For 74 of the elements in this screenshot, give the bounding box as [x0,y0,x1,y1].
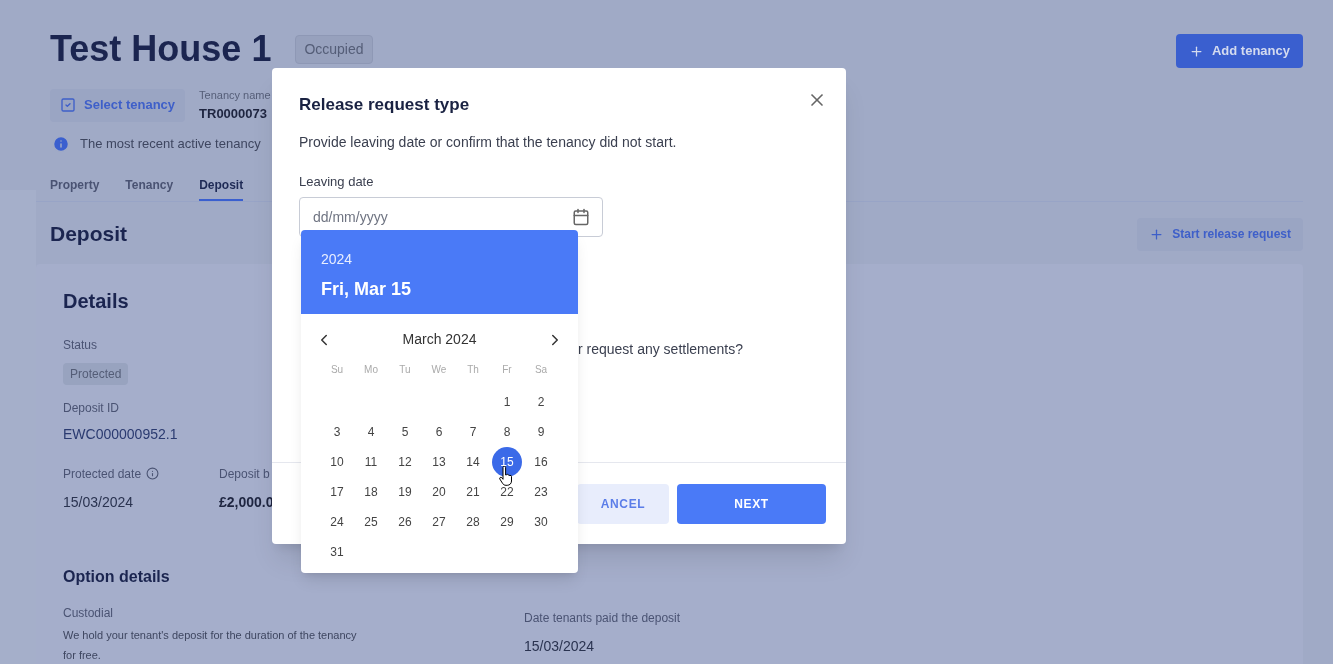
calendar-day[interactable]: 1 [492,387,522,417]
calendar-day[interactable]: 13 [424,447,454,477]
calendar-day[interactable]: 6 [424,417,454,447]
calendar-day[interactable]: 30 [526,507,556,537]
calendar-day[interactable]: 23 [526,477,556,507]
section-title: Deposit [50,221,127,248]
field-label: Status [63,336,98,354]
calendar-day[interactable]: 3 [322,417,352,447]
weekday-label: Mo [363,363,379,377]
question-text: r request any settlements? [578,340,743,359]
calendar-day[interactable]: 29 [492,507,522,537]
weekday-label: Sa [533,363,549,377]
calendar-day[interactable]: 12 [390,447,420,477]
calendar-day[interactable]: 10 [322,447,352,477]
field-value: £2,000.0 [219,492,274,512]
add-tenancy-button[interactable]: Add tenancy [1176,34,1303,68]
calendar-day[interactable]: 19 [390,477,420,507]
calendar-day[interactable]: 14 [458,447,488,477]
card-title: Details [63,288,129,314]
calendar-day[interactable]: 26 [390,507,420,537]
checkbox-icon [60,97,76,113]
hand-cursor-icon [499,466,513,486]
calendar-day[interactable]: 2 [526,387,556,417]
modal-title: Release request type [299,94,470,116]
calendar-day[interactable]: 16 [526,447,556,477]
field-label: Date tenants paid the deposit [524,609,681,627]
calendar-icon [572,208,590,226]
deposit-id: EWC000000952.1 [63,424,178,444]
weekday-label: Tu [398,363,412,377]
info-icon [52,134,70,153]
tenancy-name-value: TR0000073 [199,104,268,123]
calendar-day[interactable]: 21 [458,477,488,507]
status-badge: Occupied [295,34,373,64]
calendar-day[interactable]: 31 [322,537,352,567]
option-type: Custodial [63,604,115,622]
field-label: Protected date [63,465,142,483]
tab[interactable]: Deposit [199,175,244,201]
weekday-label: Fr [501,363,513,377]
field-value: 15/03/2024 [63,492,135,512]
calendar-day[interactable]: 20 [424,477,454,507]
calendar-day[interactable]: 17 [322,477,352,507]
calendar-day[interactable]: 24 [322,507,352,537]
calendar-day[interactable]: 18 [356,477,386,507]
field-label: Leaving date [299,172,374,191]
field-label: Deposit ID [63,399,120,417]
weekday-label: Su [329,363,345,377]
info-text: The most recent active tenancy [80,135,261,153]
calendar-day[interactable]: 25 [356,507,386,537]
calendar-day[interactable]: 11 [356,447,386,477]
calendar-day[interactable]: 7 [458,417,488,447]
calendar-day[interactable]: 28 [458,507,488,537]
weekday-label: Th [466,363,480,377]
info-icon [146,467,160,480]
modal-description: Provide leaving date or confirm that the tenancy did not start. [298,132,678,152]
plus-icon [1149,226,1165,242]
field-value: 15/03/2024 [524,636,596,656]
date-input[interactable]: dd/mm/yyyy [299,197,603,237]
next-button[interactable]: NEXT [677,483,826,524]
month-label: March 2024 [402,330,477,349]
calendar-day[interactable]: 5 [390,417,420,447]
calendar-day[interactable]: 15 [492,447,522,477]
card-title: Option details [63,566,171,587]
calendar-day[interactable]: 27 [424,507,454,537]
calendar-day[interactable]: 8 [492,417,522,447]
calendar-day[interactable]: 4 [356,417,386,447]
status-badge: Protected [63,362,129,385]
calendar-day[interactable]: 9 [526,417,556,447]
page-title: Test House 1 [50,31,272,67]
tenancy-name-label: Tenancy name [199,88,271,103]
plus-icon [1189,43,1204,59]
field-label: Deposit b [219,465,271,483]
picker-date-heading: Fri, Mar 15 [321,278,413,301]
weekday-label: We [430,363,448,377]
option-description: We hold your tenant's deposit for the duration of the tenancy for free. [63,627,358,663]
